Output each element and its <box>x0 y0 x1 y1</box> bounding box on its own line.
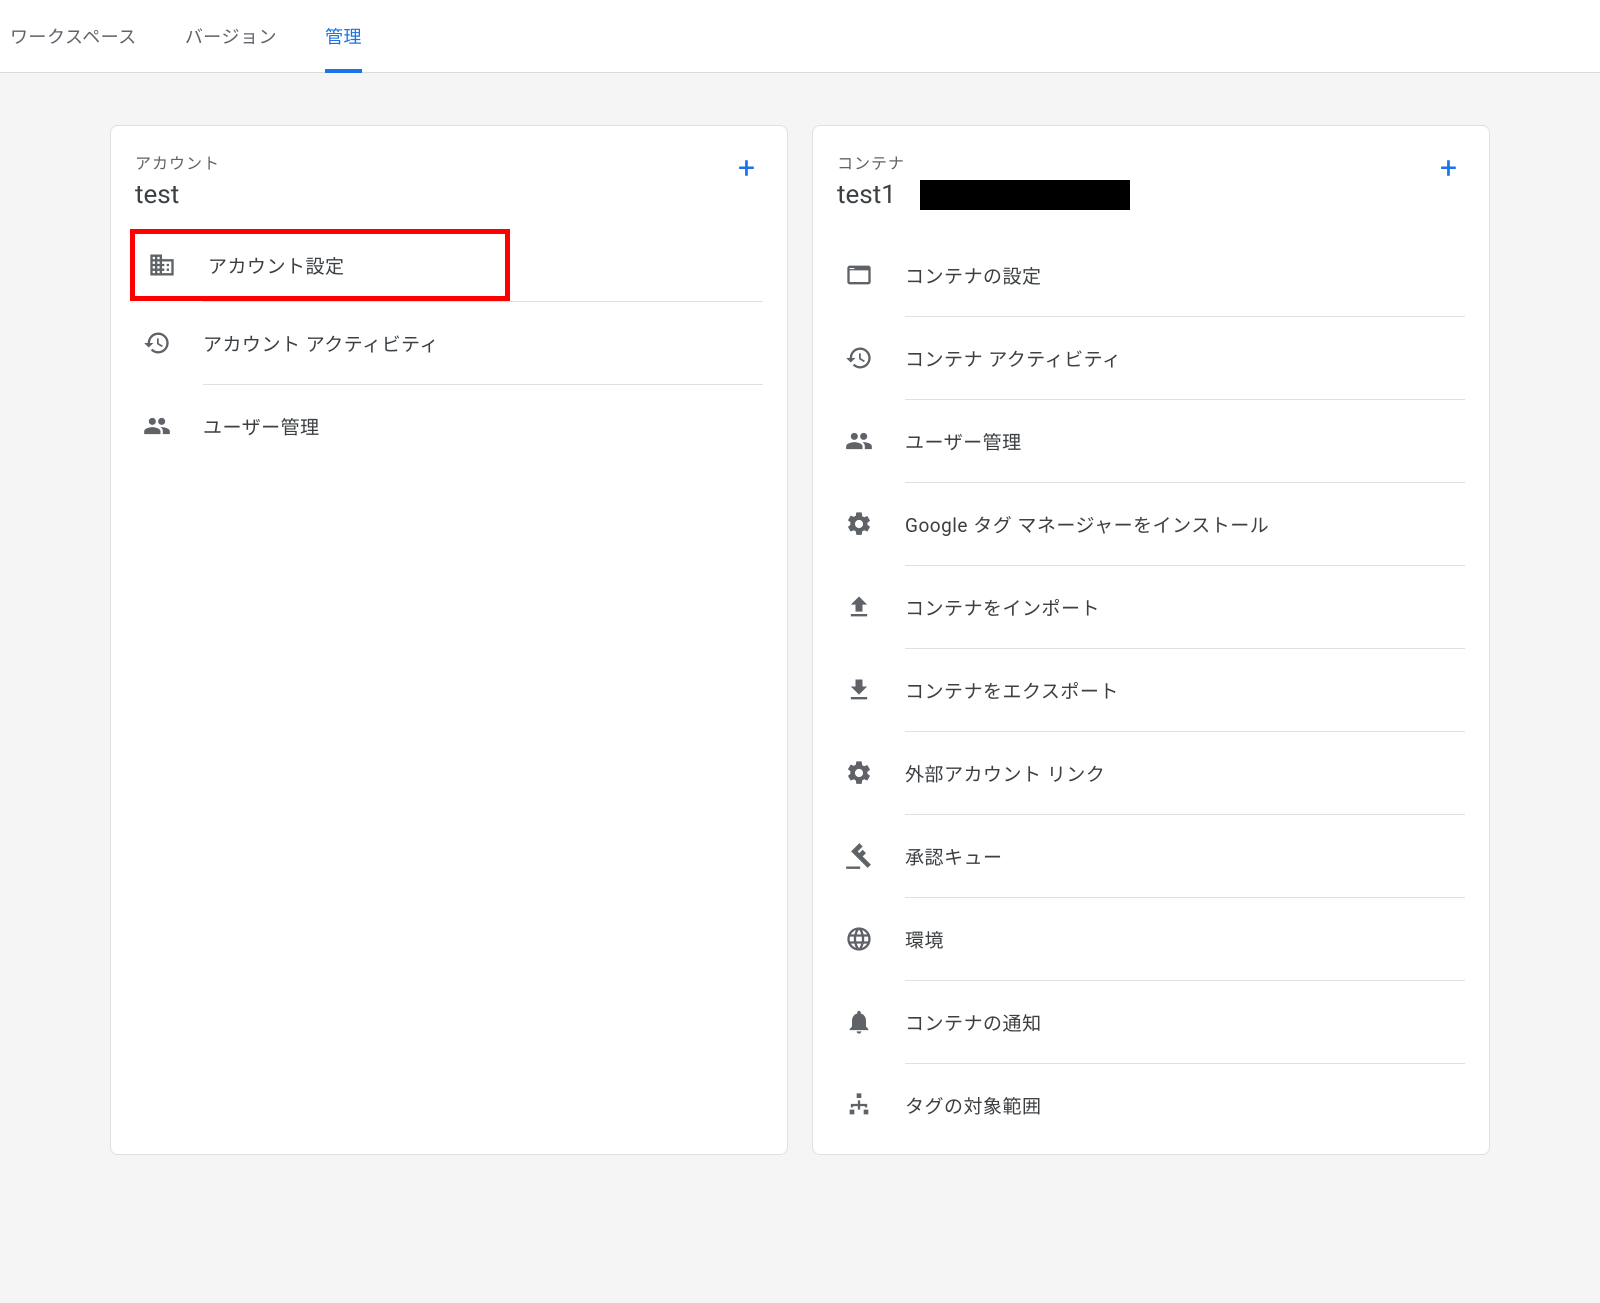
account-card: アカウント test + アカウント設定 アカウント アクティビティ <box>110 125 788 1155</box>
people-icon <box>143 412 171 440</box>
account-activity-item[interactable]: アカウント アクティビティ <box>135 302 763 384</box>
tab-version[interactable]: バージョン <box>185 0 277 72</box>
container-import-label: コンテナをインポート <box>905 594 1100 621</box>
gear-icon <box>845 510 873 538</box>
container-export-item[interactable]: コンテナをエクスポート <box>837 649 1465 731</box>
add-account-button[interactable]: + <box>730 150 763 188</box>
people-icon <box>845 427 873 455</box>
account-settings-item[interactable]: アカウント設定 <box>130 229 510 301</box>
sitemap-icon <box>845 1091 873 1119</box>
container-env-item[interactable]: 環境 <box>837 898 1465 980</box>
container-external-label: 外部アカウント リンク <box>905 760 1105 787</box>
container-settings-label: コンテナの設定 <box>905 262 1042 289</box>
history-icon <box>845 344 873 372</box>
gavel-icon <box>845 842 873 870</box>
gear-icon <box>845 759 873 787</box>
tab-version-label: バージョン <box>185 23 277 49</box>
container-activity-item[interactable]: コンテナ アクティビティ <box>837 317 1465 399</box>
tab-workspace[interactable]: ワークスペース <box>10 0 137 72</box>
tab-admin-label: 管理 <box>325 23 362 49</box>
add-container-button[interactable]: + <box>1432 150 1465 188</box>
history-icon <box>143 329 171 357</box>
tab-admin[interactable]: 管理 <box>325 0 362 72</box>
container-install-label: Google タグ マネージャーをインストール <box>905 511 1269 538</box>
browser-icon <box>845 261 873 289</box>
container-env-label: 環境 <box>905 926 944 953</box>
container-id-redacted <box>920 180 1130 210</box>
admin-stage: アカウント test + アカウント設定 アカウント アクティビティ <box>0 73 1600 1303</box>
container-install-item[interactable]: Google タグ マネージャーをインストール <box>837 483 1465 565</box>
container-external-item[interactable]: 外部アカウント リンク <box>837 732 1465 814</box>
container-notify-item[interactable]: コンテナの通知 <box>837 981 1465 1063</box>
account-card-title: test <box>135 180 730 210</box>
account-user-mgmt-item[interactable]: ユーザー管理 <box>135 385 763 467</box>
domain-icon <box>148 251 176 279</box>
container-settings-item[interactable]: コンテナの設定 <box>837 234 1465 316</box>
container-activity-label: コンテナ アクティビティ <box>905 345 1121 372</box>
account-card-label: アカウント <box>135 150 730 174</box>
tab-workspace-label: ワークスペース <box>10 23 137 49</box>
container-import-item[interactable]: コンテナをインポート <box>837 566 1465 648</box>
tabbar: ワークスペース バージョン 管理 <box>0 0 1600 73</box>
container-approval-item[interactable]: 承認キュー <box>837 815 1465 897</box>
container-user-mgmt-item[interactable]: ユーザー管理 <box>837 400 1465 482</box>
globe-icon <box>845 925 873 953</box>
account-settings-label: アカウント設定 <box>208 252 345 279</box>
bell-icon <box>845 1008 873 1036</box>
account-activity-label: アカウント アクティビティ <box>203 330 439 357</box>
account-user-mgmt-label: ユーザー管理 <box>203 413 320 440</box>
container-approval-label: 承認キュー <box>905 843 1003 870</box>
container-notify-label: コンテナの通知 <box>905 1009 1042 1036</box>
container-card-label: コンテナ <box>837 150 1432 174</box>
container-card-title: test1 <box>837 180 896 210</box>
container-user-mgmt-label: ユーザー管理 <box>905 428 1022 455</box>
container-export-label: コンテナをエクスポート <box>905 677 1119 704</box>
container-scope-label: タグの対象範囲 <box>905 1092 1042 1119</box>
container-scope-item[interactable]: タグの対象範囲 <box>837 1064 1465 1146</box>
container-card: コンテナ test1 + コンテナの設定 コンテナ アクティビティ <box>812 125 1490 1155</box>
download-icon <box>845 676 873 704</box>
upload-icon <box>845 593 873 621</box>
